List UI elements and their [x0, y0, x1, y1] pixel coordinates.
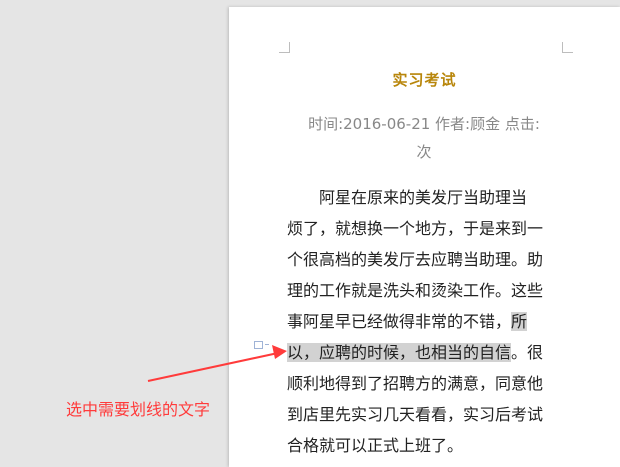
annotation-arrow-icon — [147, 345, 287, 382]
annotation-label: 选中需要划线的文字 — [66, 400, 211, 419]
